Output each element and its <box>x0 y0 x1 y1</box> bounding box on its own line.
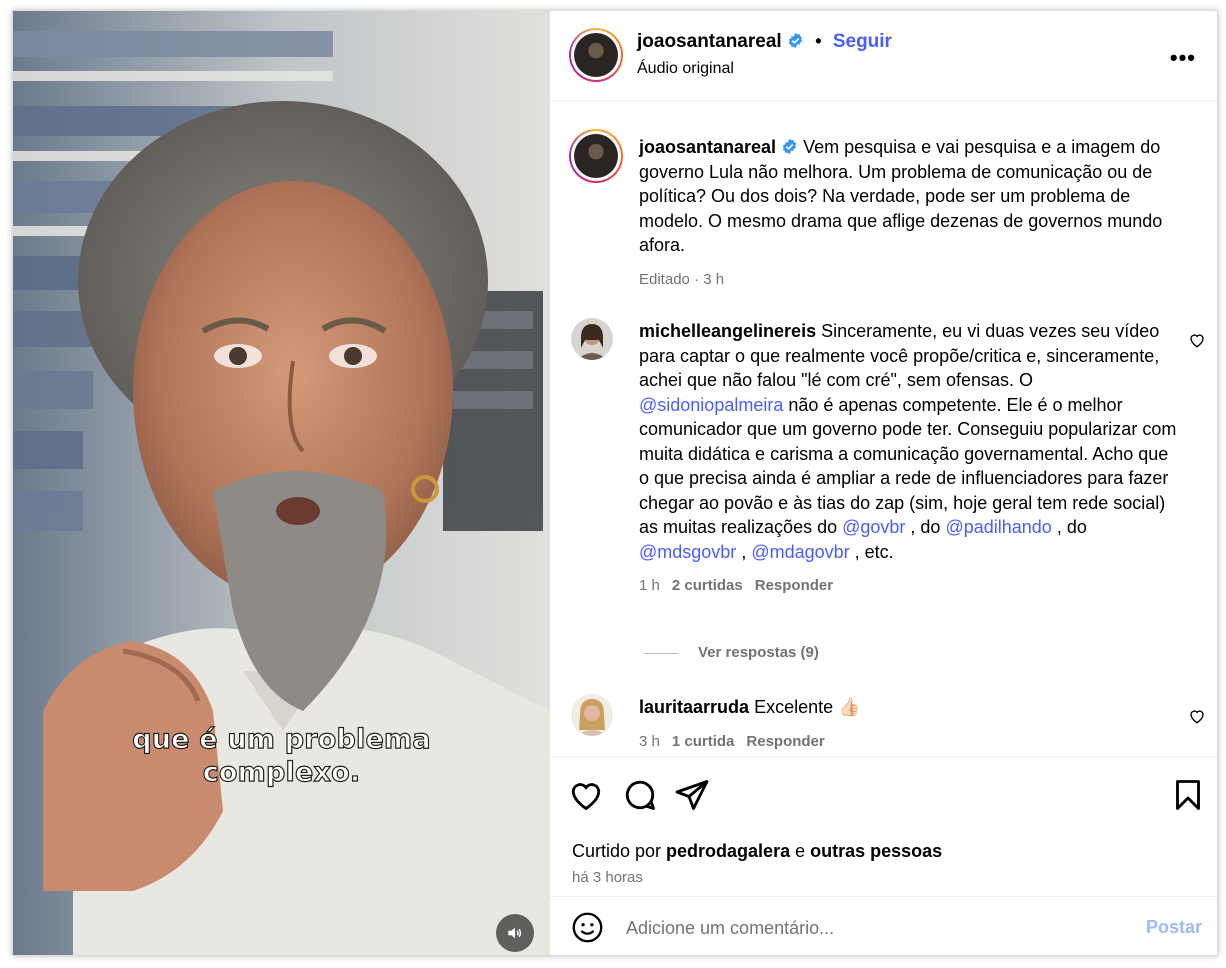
emoji-smile-icon[interactable] <box>571 911 604 944</box>
post-actions: Curtido por pedrodagalera e outras pesso… <box>550 756 1217 896</box>
post-comment-button[interactable]: Postar <box>1146 917 1202 938</box>
more-options-icon[interactable]: ••• <box>1170 45 1196 71</box>
verified-badge-icon <box>782 138 797 155</box>
like-comment-heart-icon[interactable] <box>1188 331 1206 349</box>
share-paper-plane-icon[interactable] <box>674 777 710 813</box>
commenter-avatar[interactable] <box>571 318 613 360</box>
comment-body: lauritaarruda Excelente 👍🏻 3 h 1 curtida R… <box>639 695 1177 754</box>
separator-dot: • <box>815 31 822 51</box>
liked-by-user[interactable]: pedrodagalera <box>666 841 790 861</box>
liked-by-text: Curtido por pedrodagalera e outras pesso… <box>572 841 942 862</box>
comments-scroll[interactable]: joaosantanareal Vem pesquisa e vai pesqu… <box>550 102 1217 756</box>
header-user-line: joaosantanareal • Seguir <box>637 31 892 53</box>
original-audio-link[interactable]: Áudio original <box>637 60 734 78</box>
comment-username[interactable]: michelleangelinereis <box>639 321 816 341</box>
like-heart-icon[interactable] <box>568 777 604 813</box>
video-caption: que é um problema complexo. <box>13 723 550 789</box>
like-comment-heart-icon[interactable] <box>1188 707 1206 725</box>
speaker-icon <box>508 927 522 939</box>
comment-username[interactable]: lauritaarruda <box>639 697 749 717</box>
post-timestamp: há 3 horas <box>572 869 643 886</box>
post-header: joaosantanareal • Seguir Áudio original … <box>550 11 1217 101</box>
replies-divider-line <box>644 652 678 654</box>
comment-text: Excelente 👍🏻 <box>754 697 861 717</box>
reply-button[interactable]: Responder <box>755 577 833 594</box>
comment-likes[interactable]: 1 curtida <box>672 733 735 750</box>
mention-link[interactable]: @mdagovbr <box>751 542 849 562</box>
post-panel: joaosantanareal • Seguir Áudio original … <box>550 11 1217 955</box>
comment-likes[interactable]: 2 curtidas <box>672 577 743 594</box>
header-username[interactable]: joaosantanareal <box>637 31 782 52</box>
comment-text-part: , etc. <box>849 541 894 562</box>
mention-link[interactable]: @govbr <box>842 517 905 537</box>
comment-text-part: não é apenas competente. Ele é o melhor … <box>639 394 1177 538</box>
comment-text-part: , <box>736 541 752 562</box>
comment-text-part: , do <box>1051 517 1087 537</box>
author-avatar[interactable] <box>569 28 623 82</box>
mention-link[interactable]: @mdsgovbr <box>639 542 736 562</box>
caption-body: joaosantanareal Vem pesquisa e vai pesqu… <box>639 135 1177 292</box>
caption-author-avatar[interactable] <box>569 129 623 183</box>
liked-by-mid: e <box>790 841 811 861</box>
follow-button[interactable]: Seguir <box>833 31 892 52</box>
caption-line-2: complexo. <box>202 756 361 788</box>
caption-meta: Editado · 3 h <box>639 270 725 288</box>
liked-by-others[interactable]: outras pessoas <box>810 841 942 861</box>
view-replies-button[interactable]: Ver respostas (9) <box>644 644 819 661</box>
comment-bubble-icon[interactable] <box>622 777 658 813</box>
comment-time: 3 h <box>639 732 660 750</box>
reply-button[interactable]: Responder <box>746 733 824 750</box>
liked-by-prefix: Curtido por <box>572 841 667 861</box>
caption-line-1: que é um problema <box>132 723 432 755</box>
mute-button[interactable] <box>496 914 534 952</box>
video-player[interactable]: que é um problema complexo. <box>13 11 550 955</box>
caption-username[interactable]: joaosantanareal <box>639 137 776 157</box>
mention-link[interactable]: @padilhando <box>945 517 1051 537</box>
comment-text-part: , do <box>905 517 946 537</box>
verified-badge-icon <box>788 32 803 49</box>
comment-meta: 1 h 2 curtidas Responder <box>639 574 1177 599</box>
view-replies-label: Ver respostas (9) <box>698 644 819 661</box>
mention-link[interactable]: @sidoniopalmeira <box>639 395 783 415</box>
video-frame <box>13 11 550 955</box>
commenter-avatar[interactable] <box>571 694 613 736</box>
post-dialog: que é um problema complexo. joaosantanar… <box>12 10 1218 956</box>
comment-meta: 3 h 1 curtida Responder <box>639 730 1177 755</box>
comment-body: michelleangelinereis Sinceramente, eu vi… <box>639 319 1177 599</box>
comment-composer: Postar <box>550 896 1217 955</box>
save-bookmark-icon[interactable] <box>1170 777 1206 813</box>
comment-time: 1 h <box>639 577 660 594</box>
comment-input[interactable] <box>626 915 1106 941</box>
